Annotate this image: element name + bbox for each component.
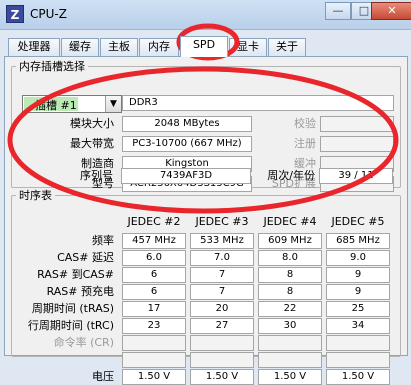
tab-graphics[interactable]: 显卡: [229, 38, 267, 56]
correction-label: 校验: [294, 117, 316, 130]
timing-value-cell: 7: [190, 284, 254, 300]
slot-section-title: 内存插槽选择: [19, 60, 85, 73]
timing-value-cell: [190, 335, 254, 351]
tab-mainboard[interactable]: 主板: [100, 38, 138, 56]
module-size-label: 模块大小: [70, 117, 114, 130]
timing-value-cell: 25: [326, 301, 390, 317]
window-title: CPU-Z: [30, 7, 67, 21]
timing-value-cell: 9: [326, 267, 390, 283]
title-bar[interactable]: Z CPU-Z — □ ✕: [0, 0, 411, 30]
timing-value-cell: 1.50 V: [122, 369, 186, 385]
timing-row-label: 电压: [92, 370, 114, 383]
registered-value: [320, 136, 394, 152]
tab-processor[interactable]: 处理器: [8, 38, 60, 56]
module-size-value: 2048 MBytes: [122, 116, 252, 132]
correction-value: [320, 116, 394, 132]
timing-value-cell: 7: [190, 267, 254, 283]
timing-value-cell: 27: [190, 318, 254, 334]
registered-label: 注册: [294, 137, 316, 150]
timing-value-cell: 609 MHz: [258, 233, 322, 249]
timing-col-header: JEDEC #2: [127, 215, 181, 228]
timing-value-cell: [258, 335, 322, 351]
timing-row-label: RAS# 预充电: [46, 285, 114, 298]
spd-panel: 内存插槽选择 插槽 #1 ▼ DDR3 模块大小 2048 MBytes 校验 …: [4, 56, 408, 385]
tab-memory[interactable]: 内存: [139, 38, 179, 56]
timing-value-cell: 34: [326, 318, 390, 334]
timing-row-label: 命令率 (CR): [53, 336, 114, 349]
timing-value-cell: 17: [122, 301, 186, 317]
timing-value-cell: [258, 352, 322, 368]
tab-spd[interactable]: SPD: [180, 36, 228, 57]
timing-value-cell: 533 MHz: [190, 233, 254, 249]
timing-row-label: 周期时间 (tRAS): [31, 302, 114, 315]
tab-cache[interactable]: 缓存: [61, 38, 99, 56]
timing-value-cell: [122, 335, 186, 351]
timing-value-cell: 30: [258, 318, 322, 334]
timing-value-cell: 1.50 V: [258, 369, 322, 385]
timing-value-cell: 8: [258, 267, 322, 283]
timing-section: 时序表 JEDEC #2 JEDEC #3 JEDEC #4 JEDEC #5 …: [11, 187, 401, 385]
timing-value-cell: 1.50 V: [326, 369, 390, 385]
timing-value-cell: [122, 352, 186, 368]
timing-value-cell: 1.50 V: [190, 369, 254, 385]
serial-number-value: 7439AF3D: [121, 168, 251, 184]
close-button[interactable]: ✕: [371, 2, 411, 20]
timing-col-header: JEDEC #3: [195, 215, 249, 228]
timing-section-title: 时序表: [19, 189, 52, 202]
timing-row-label: 行周期时间 (tRC): [27, 319, 114, 332]
timing-value-cell: [326, 335, 390, 351]
timing-value-cell: 6: [122, 284, 186, 300]
timing-value-cell: [326, 352, 390, 368]
timing-value-cell: 8: [258, 284, 322, 300]
slot-select[interactable]: 插槽 #1 ▼: [22, 95, 122, 113]
timing-value-cell: 9: [326, 284, 390, 300]
timing-col-header: JEDEC #4: [263, 215, 317, 228]
timing-value-cell: 7.0: [190, 250, 254, 266]
timing-value-cell: 685 MHz: [326, 233, 390, 249]
timing-value-cell: 457 MHz: [122, 233, 186, 249]
timing-value-cell: [190, 352, 254, 368]
max-bandwidth-label: 最大带宽: [70, 137, 114, 150]
memory-type-field: DDR3: [122, 95, 394, 111]
timing-col-header: JEDEC #5: [331, 215, 385, 228]
max-bandwidth-value: PC3-10700 (667 MHz): [122, 136, 252, 152]
timing-value-cell: 6: [122, 267, 186, 283]
serial-number-label: 序列号: [80, 169, 113, 182]
timing-row-label: CAS# 延迟: [57, 251, 114, 264]
timing-value-cell: 9.0: [326, 250, 390, 266]
week-year-label: 周次/年份: [267, 169, 315, 182]
timing-value-cell: 23: [122, 318, 186, 334]
week-year-value: 39 / 11: [319, 168, 393, 184]
timing-value-cell: 8.0: [258, 250, 322, 266]
minimize-button[interactable]: —: [325, 2, 351, 20]
timing-value-cell: 6.0: [122, 250, 186, 266]
timing-row-label: RAS# 到CAS#: [37, 268, 114, 281]
chevron-down-icon[interactable]: ▼: [105, 96, 121, 112]
tab-about[interactable]: 关于: [268, 38, 306, 56]
cpu-z-logo-icon: Z: [6, 5, 24, 23]
timing-value-cell: 22: [258, 301, 322, 317]
timing-row-label: 频率: [92, 234, 114, 247]
timing-value-cell: 20: [190, 301, 254, 317]
slot-select-value: 插槽 #1: [35, 99, 77, 112]
